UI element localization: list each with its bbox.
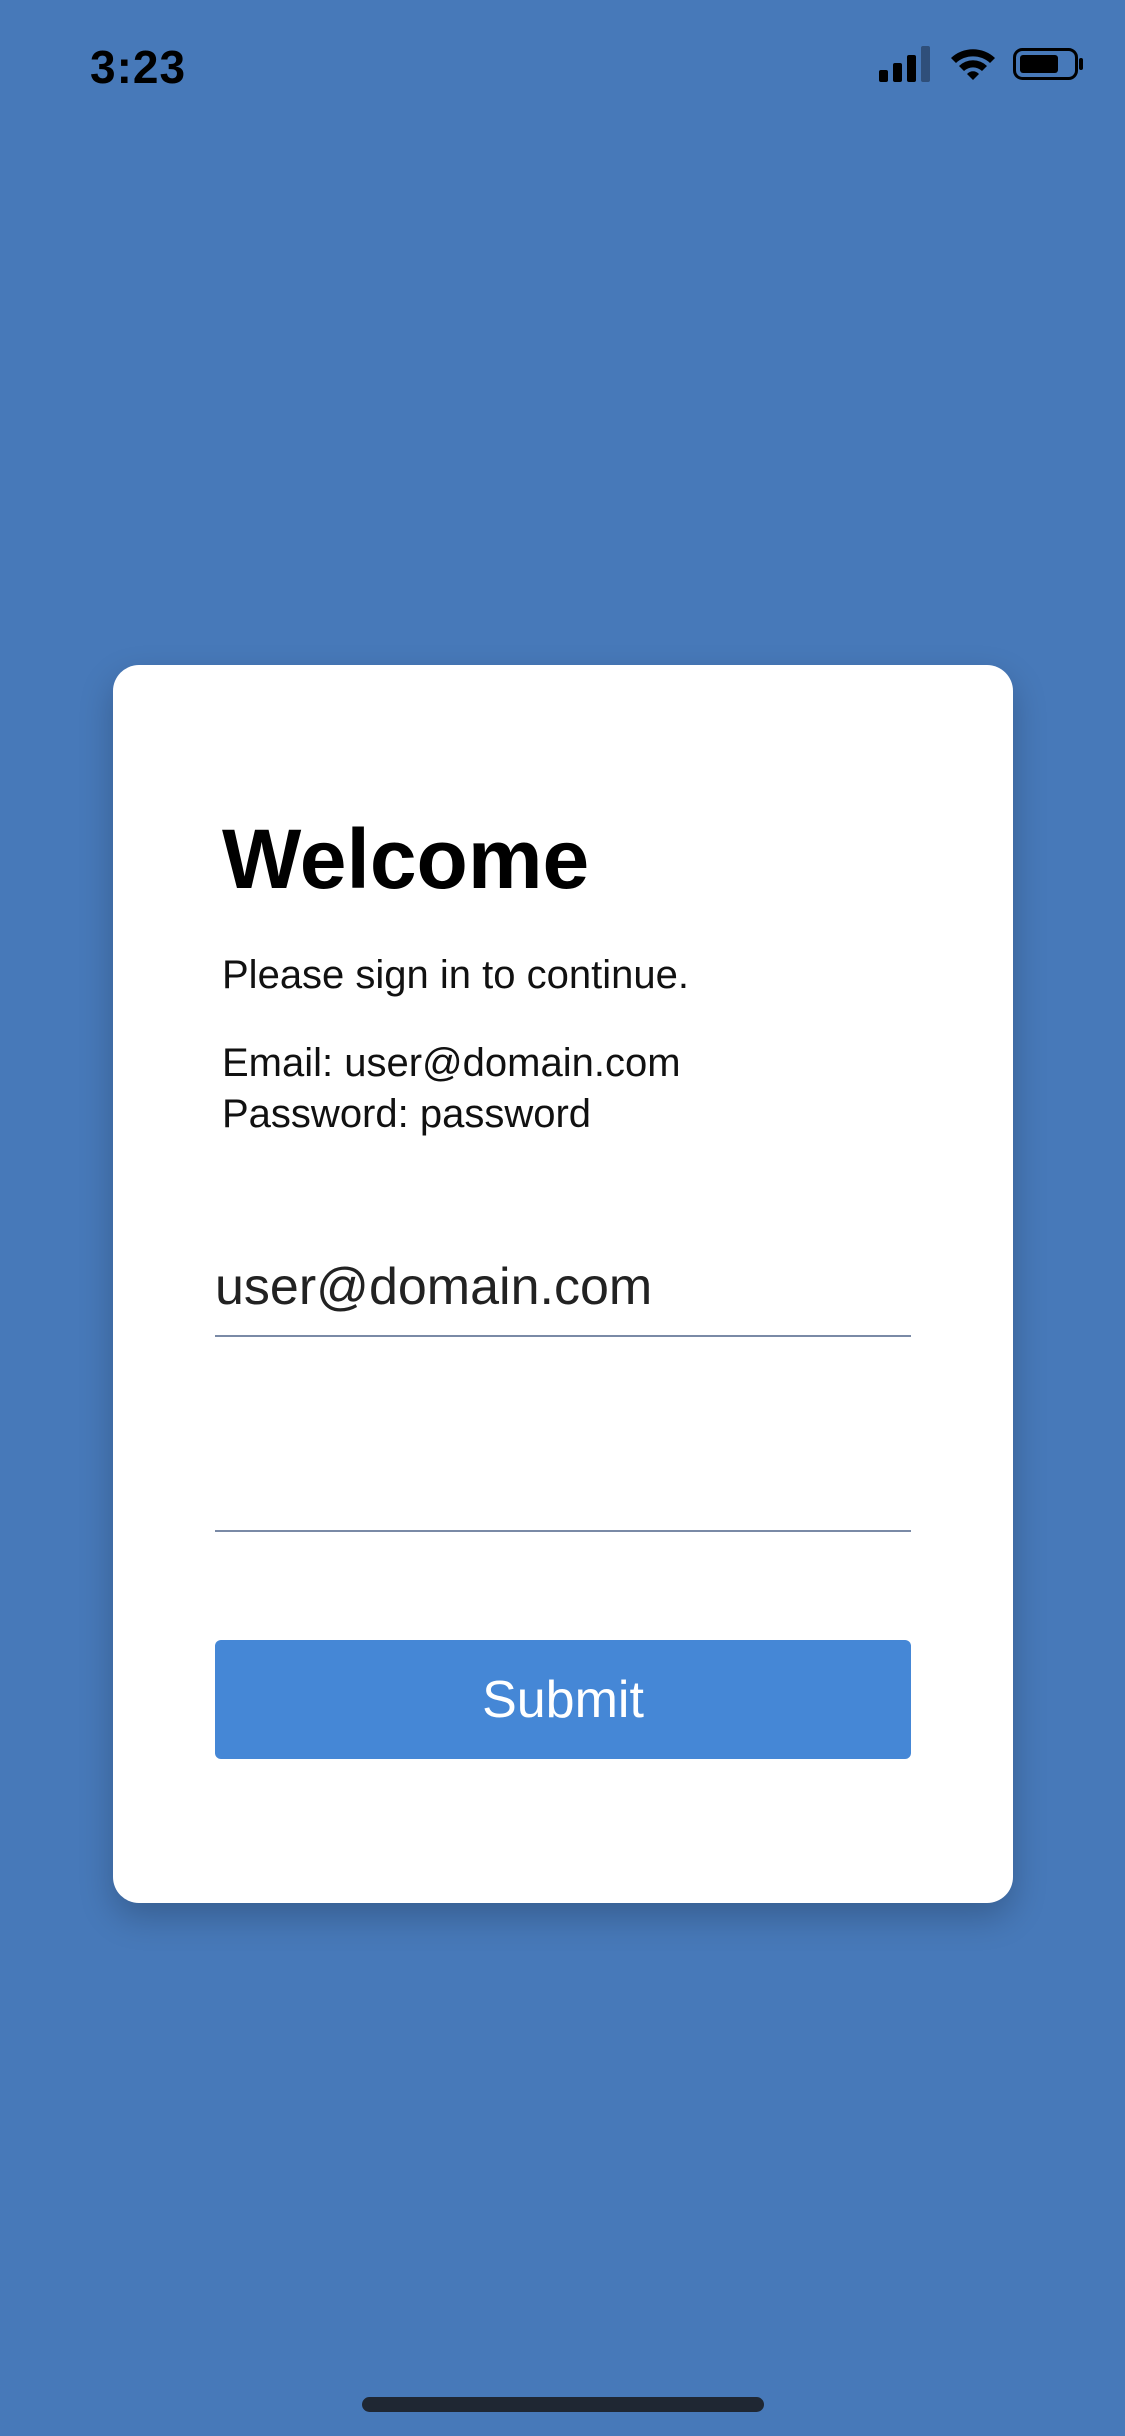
hint-password: Password: password [222, 1092, 592, 1136]
battery-icon [1013, 46, 1085, 82]
page-title: Welcome [222, 812, 590, 906]
email-field[interactable] [215, 1239, 911, 1337]
status-icons [879, 46, 1085, 82]
hint-email: Email: user@domain.com [222, 1041, 681, 1085]
credentials-hint: Email: user@domain.com Password: passwor… [222, 1038, 681, 1140]
status-bar: 3:23 [0, 0, 1125, 132]
login-card: Welcome Please sign in to continue. Emai… [113, 665, 1013, 1903]
home-indicator [362, 2397, 764, 2412]
wifi-icon [949, 46, 997, 82]
signin-subtitle: Please sign in to continue. [222, 953, 689, 997]
signal-icon [879, 46, 933, 82]
password-field[interactable] [215, 1434, 911, 1532]
status-time: 3:23 [90, 41, 187, 93]
submit-button[interactable]: Submit [215, 1640, 911, 1759]
